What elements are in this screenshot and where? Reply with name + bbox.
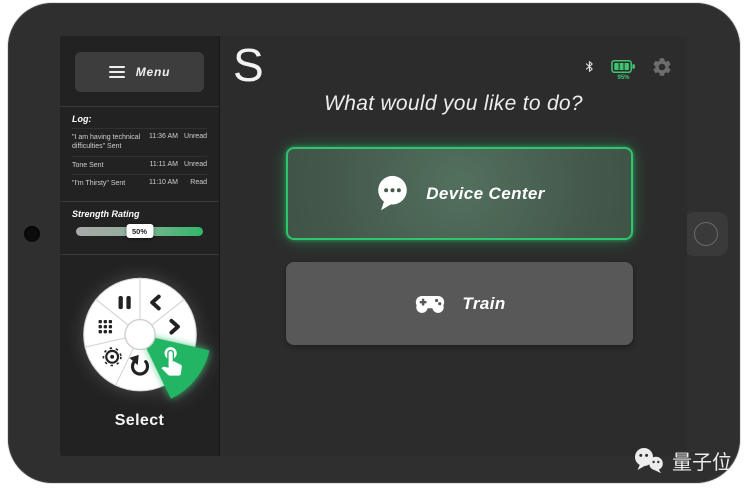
log-time: 11:36 AM bbox=[148, 133, 178, 140]
main-panel: S 95% What would you like to do? Device … bbox=[220, 36, 687, 456]
log-status: Unread bbox=[184, 133, 207, 140]
game-controller-icon bbox=[416, 295, 445, 313]
menu-button[interactable]: Menu bbox=[75, 52, 204, 92]
log-entry[interactable]: Tone Sent 11:11 AM Unread bbox=[72, 155, 207, 174]
log-message: "I am having technical difficulties" Sen… bbox=[72, 134, 141, 151]
wheel-selected-label: Select bbox=[114, 411, 165, 429]
strength-rating-label: Strength Rating bbox=[72, 208, 140, 219]
watermark-text: 量子位 bbox=[672, 452, 732, 474]
control-wheel-section: Select bbox=[60, 253, 219, 456]
grid-icon bbox=[98, 319, 112, 334]
app-logo: S bbox=[233, 39, 264, 91]
page-title: What would you like to do? bbox=[324, 92, 583, 115]
menu-button-label: Menu bbox=[135, 65, 171, 79]
app-screen: Menu Log: "I am having technical difficu… bbox=[60, 36, 687, 456]
battery-percent-label: 95% bbox=[617, 75, 630, 81]
device-center-button[interactable]: Device Center bbox=[286, 147, 633, 240]
sidebar: Menu Log: "I am having technical difficu… bbox=[60, 36, 220, 456]
log-entry[interactable]: "I'm Thirsty" Sent 11:10 AM Read bbox=[72, 174, 207, 192]
strength-section: Strength Rating 50% bbox=[60, 200, 219, 254]
log-status: Read bbox=[190, 179, 207, 187]
log-status: Unread bbox=[184, 160, 207, 168]
train-button[interactable]: Train bbox=[286, 262, 633, 345]
bluetooth-icon bbox=[585, 61, 593, 72]
wheel-hub bbox=[123, 318, 156, 351]
strength-slider-value[interactable]: 50% bbox=[125, 224, 154, 239]
train-label: Train bbox=[462, 293, 506, 313]
home-button-ring bbox=[694, 222, 718, 246]
battery-icon bbox=[611, 59, 635, 74]
log-message: Tone Sent bbox=[72, 161, 104, 169]
strength-slider[interactable]: 50% bbox=[76, 224, 203, 239]
control-wheel bbox=[82, 277, 209, 399]
log-time: 11:11 AM bbox=[149, 160, 178, 168]
watermark: 量子位 bbox=[633, 446, 732, 475]
device-center-label: Device Center bbox=[426, 183, 545, 203]
settings-button[interactable] bbox=[651, 56, 673, 83]
log-section: Log: "I am having technical difficulties… bbox=[60, 106, 219, 201]
chat-bubble-icon bbox=[378, 175, 407, 210]
page: Menu Log: "I am having technical difficu… bbox=[0, 0, 750, 488]
wechat-icon bbox=[635, 448, 663, 474]
log-message: "I'm Thirsty" Sent bbox=[72, 180, 126, 188]
settings-gear-icon bbox=[653, 58, 671, 76]
home-button[interactable] bbox=[684, 212, 728, 256]
camera-dot bbox=[24, 226, 40, 242]
log-title: Log: bbox=[72, 114, 92, 124]
log-entry[interactable]: "I am having technical difficulties" Sen… bbox=[72, 128, 207, 156]
hamburger-icon bbox=[108, 65, 125, 79]
battery-indicator: 95% bbox=[611, 59, 636, 81]
tablet-frame: Menu Log: "I am having technical difficu… bbox=[8, 3, 740, 483]
log-time: 11:10 AM bbox=[148, 179, 178, 187]
status-bar: 95% bbox=[583, 58, 673, 83]
